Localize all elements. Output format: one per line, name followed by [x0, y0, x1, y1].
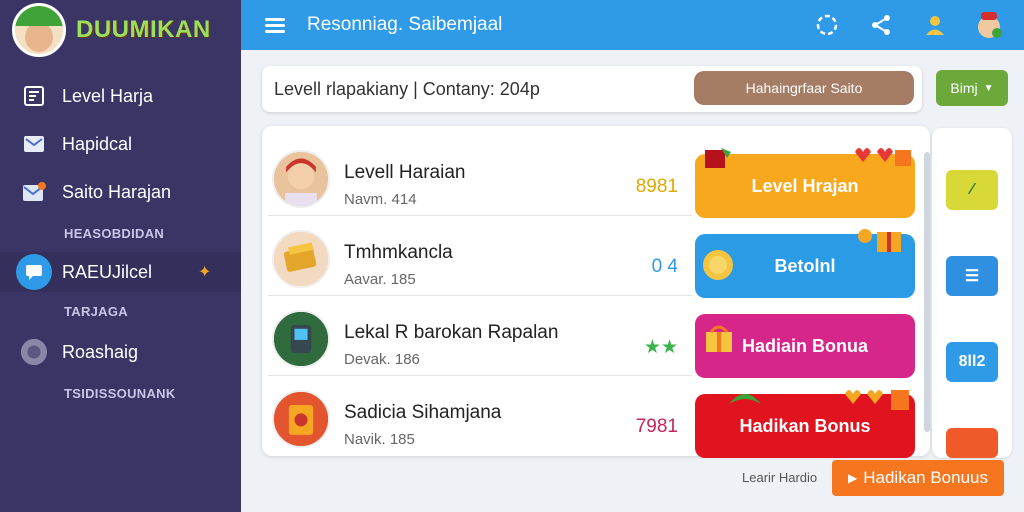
rail-button-gift[interactable]: [946, 428, 998, 458]
sidebar-section-heading: TSIDISSOUNANK: [64, 386, 176, 401]
brand-title: DUUMIKAN: [76, 16, 211, 43]
heart-icon: [839, 384, 913, 419]
row-title: Tmhmkancla: [344, 242, 453, 263]
gift-icon: [703, 322, 735, 359]
hamburger-icon[interactable]: [265, 15, 285, 36]
row-subtitle: Navm. 414: [344, 191, 417, 208]
quick-actions-rail: ⁄ ☰ 8ll2: [932, 128, 1012, 458]
row-subtitle: Aavar. 185: [344, 271, 416, 288]
row-action-button[interactable]: Level Hrajan: [695, 148, 915, 218]
envelope-icon: [20, 178, 48, 206]
sidebar-item-label: Level Harja: [62, 85, 154, 106]
row-score: 0 4: [651, 256, 678, 277]
avatar: [272, 150, 330, 208]
sidebar-item-roashaig[interactable]: Roashaig: [0, 332, 241, 372]
row-subtitle: Devak. 186: [344, 351, 420, 368]
sidebar-section-heading: TARJAGA: [64, 304, 128, 319]
bonus-button[interactable]: ▶ Hadikan Bonuus: [832, 460, 1004, 496]
puzzle-icon[interactable]: [810, 8, 844, 42]
filter-dropdown[interactable]: Bimj ▼: [936, 70, 1008, 106]
rail-button-list[interactable]: ☰: [946, 256, 998, 296]
rail-button-number[interactable]: 8ll2: [946, 342, 998, 382]
list-item[interactable]: Tmhmkancla Aavar. 185 0 4 Betolnl: [262, 216, 930, 298]
bonus-button-label: Hadikan Bonuus: [863, 468, 988, 487]
share-icon[interactable]: [864, 8, 898, 42]
document-icon: [20, 82, 48, 110]
sidebar-item-label: Hapidcal: [62, 133, 133, 154]
search-tag-button[interactable]: Hahaingrfaar Saito: [694, 71, 914, 105]
filter-label: Bimj: [950, 80, 978, 96]
top-bar: Resonniag. Saibemjaal: [241, 0, 1024, 50]
profile-avatar[interactable]: [972, 8, 1006, 42]
row-action-button[interactable]: Hadiain Bonua: [695, 314, 915, 378]
sidebar: DUUMIKAN Level Harja Hapidcal Saito Hara…: [0, 0, 241, 512]
search-input[interactable]: Levell rlapakiany | Contany: 204p: [274, 79, 540, 100]
row-action-button[interactable]: Betolnl: [695, 229, 915, 298]
row-title: Lekal R barokan Rapalan: [344, 322, 559, 343]
sidebar-item-level-harja[interactable]: Level Harja: [0, 76, 241, 116]
sidebar-item-label: RAEUJilcel: [62, 261, 153, 282]
gift-icon: [855, 224, 907, 259]
avatar: [272, 230, 330, 288]
list-item[interactable]: Sadicia Sihamjana Navik. 185 7981 Hadika…: [262, 376, 930, 458]
avatar: [272, 310, 330, 368]
sidebar-item-hapidcal[interactable]: Hapidcal: [0, 124, 241, 164]
bag-icon: ⁄: [970, 181, 974, 198]
row-score: 7981: [635, 416, 678, 437]
sidebar-item-saito-harajan[interactable]: Saito Harajan: [0, 172, 241, 212]
row-action-label: Level Hrajan: [751, 175, 859, 196]
list-icon: ☰: [964, 268, 980, 285]
search-bar[interactable]: Levell rlapakiany | Contany: 204p Hahain…: [262, 66, 922, 112]
sidebar-item-label: Saito Harajan: [62, 181, 172, 202]
reward-list: Levell Haraian Navm. 414 8981 Level Hraj…: [262, 126, 930, 458]
chevron-down-icon: ▼: [983, 82, 994, 94]
rail-button-bag[interactable]: ⁄: [946, 170, 998, 210]
mail-icon: [20, 130, 48, 158]
list-scrollbar[interactable]: [924, 152, 930, 432]
star-rating: ★★: [643, 337, 678, 358]
footer-link[interactable]: Learir Hardio: [742, 470, 817, 485]
chat-icon: [16, 254, 52, 290]
user-icon[interactable]: [918, 8, 952, 42]
coin-icon: [701, 248, 735, 287]
sidebar-item-active[interactable]: RAEUJilcel ✦: [0, 252, 241, 292]
rail-button-label: 8ll2: [958, 353, 986, 370]
heart-icon: [845, 144, 915, 175]
brand[interactable]: DUUMIKAN: [0, 0, 241, 60]
row-action-button[interactable]: Hadikan Bonus: [695, 390, 915, 458]
arrow-icon: ▶: [848, 471, 858, 485]
leaf-icon: [725, 384, 765, 413]
row-title: Levell Haraian: [344, 162, 466, 183]
row-action-label: Betolnl: [774, 255, 836, 276]
gift-icon: [703, 144, 733, 175]
sidebar-section-heading: HEASOBDIDAN: [64, 226, 165, 241]
avatar: [272, 390, 330, 448]
list-item[interactable]: Levell Haraian Navm. 414 8981 Level Hraj…: [262, 136, 930, 218]
row-action-label: Hadiain Bonua: [741, 335, 868, 356]
list-item[interactable]: Lekal R barokan Rapalan Devak. 186 ★★ Ha…: [262, 296, 930, 378]
sidebar-item-label: Roashaig: [62, 341, 139, 362]
page-title: Resonniag. Saibemjaal: [307, 14, 503, 35]
row-title: Sadicia Sihamjana: [344, 402, 502, 423]
row-subtitle: Navik. 185: [344, 431, 415, 448]
row-score: 8981: [635, 176, 678, 197]
brand-avatar: [12, 3, 66, 57]
rocket-icon: ✦: [198, 264, 212, 281]
circle-icon: [20, 338, 48, 366]
